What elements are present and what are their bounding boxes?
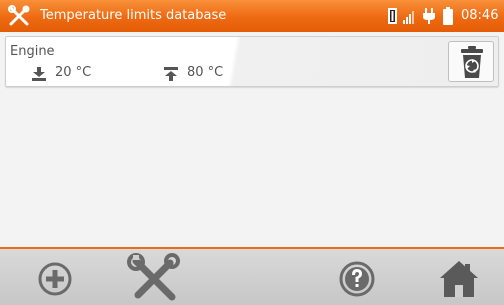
- max-temperature: 80 °C: [187, 65, 224, 80]
- tools-logo-icon: [8, 5, 30, 27]
- plus-circle-icon: [38, 262, 72, 296]
- recycle-trash-icon: [461, 46, 483, 78]
- add-button[interactable]: [30, 253, 80, 303]
- list-item[interactable]: Engine 20 °C 80 °C: [5, 36, 499, 87]
- page-title: Temperature limits database: [40, 8, 227, 23]
- settings-button[interactable]: [126, 253, 182, 303]
- records-list: Engine 20 °C 80 °C: [0, 32, 504, 247]
- power-plug-icon: [423, 8, 435, 24]
- clock: 08:46: [461, 8, 499, 23]
- status-icons: [386, 6, 454, 26]
- bottom-toolbar: [0, 247, 504, 305]
- signal-strength-icon: [403, 11, 414, 24]
- title-bar: Temperature limits database 08:46: [0, 0, 504, 32]
- delete-button[interactable]: [448, 41, 494, 82]
- tools-icon: [127, 253, 180, 301]
- help-button[interactable]: [332, 253, 382, 303]
- min-download-arrow-icon: [31, 66, 47, 81]
- max-upload-arrow-icon: [163, 66, 179, 81]
- memory-card-icon: [388, 8, 397, 24]
- record-name: Engine: [10, 44, 55, 59]
- battery-icon: [443, 7, 453, 25]
- min-temperature: 20 °C: [55, 65, 92, 80]
- question-circle-icon: [339, 261, 375, 297]
- home-button[interactable]: [434, 253, 484, 303]
- home-icon: [440, 261, 478, 297]
